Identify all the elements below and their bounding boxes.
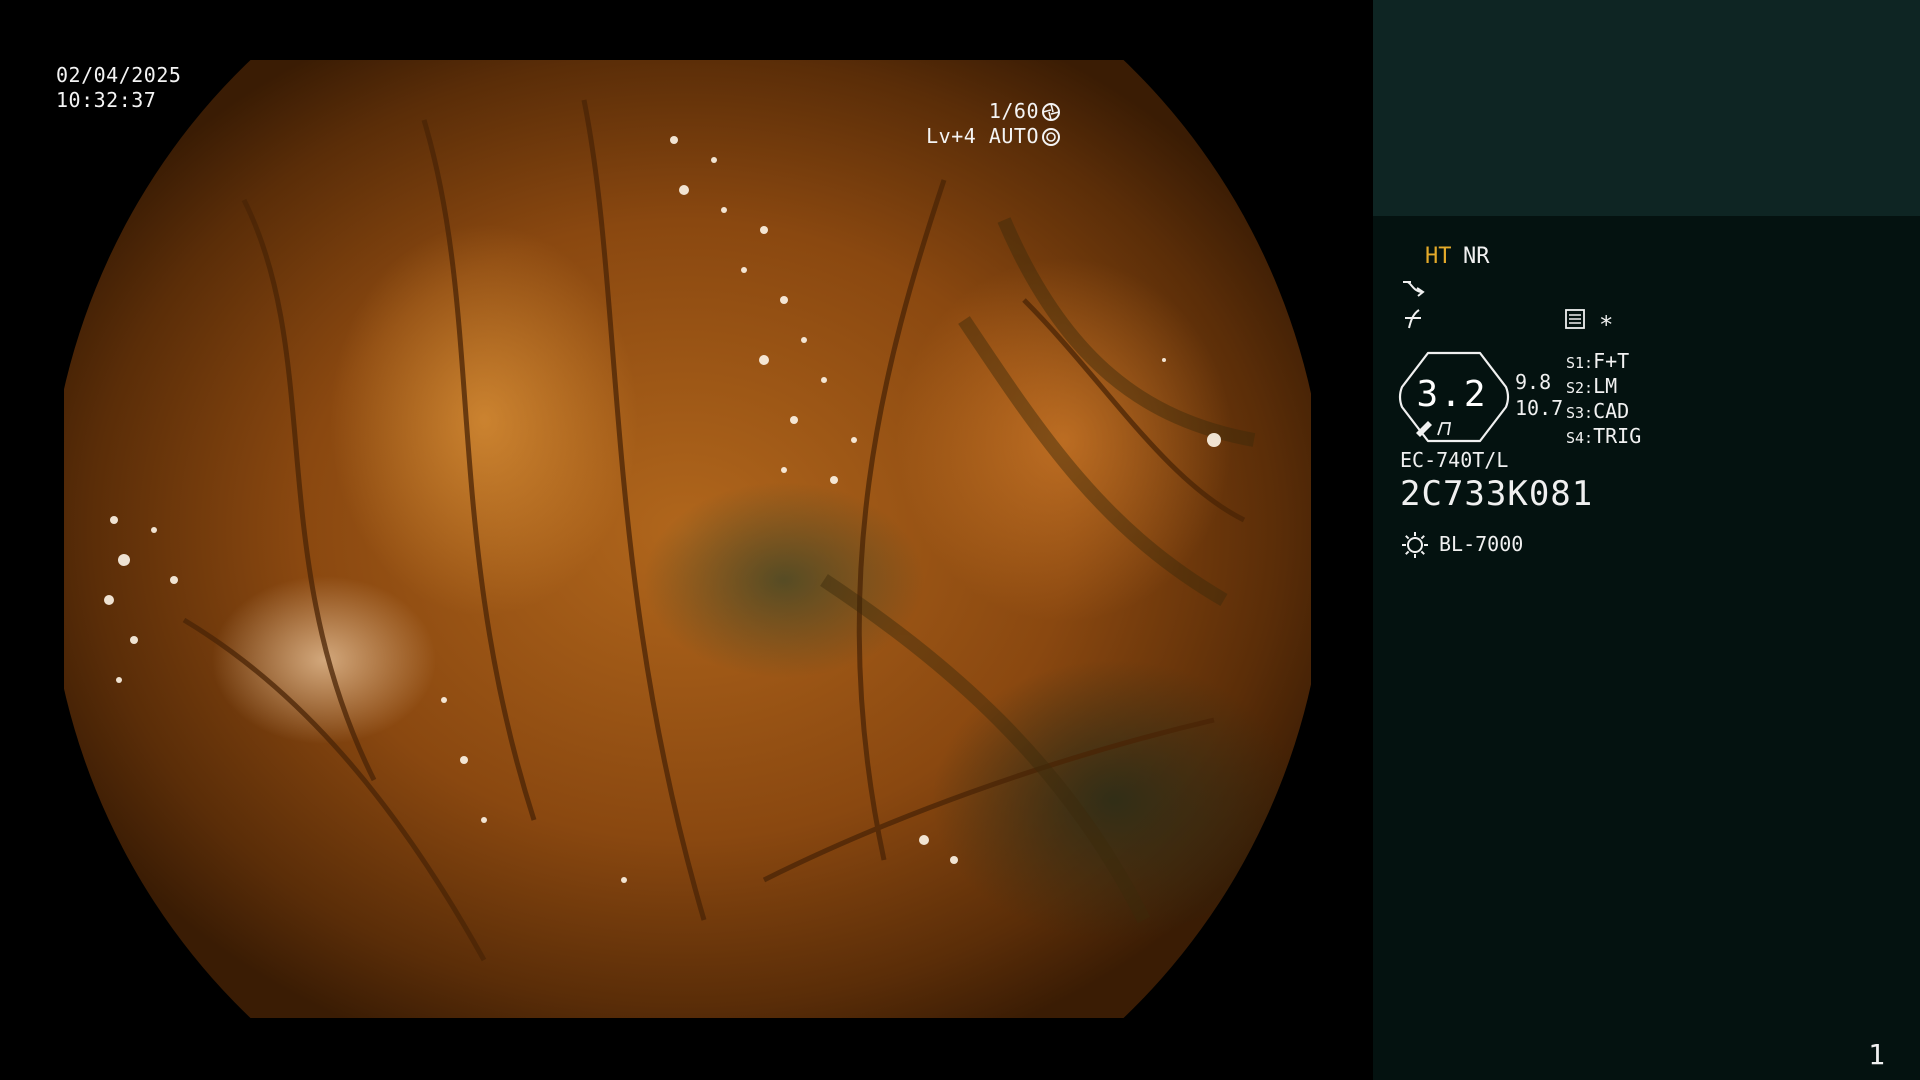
date-time-overlay: 02/04/2025 10:32:37 bbox=[56, 63, 181, 113]
switch-4: S4:TRIG bbox=[1566, 424, 1641, 448]
time-text: 10:32:37 bbox=[56, 88, 157, 112]
panel-header-area bbox=[1373, 0, 1920, 216]
scale-tertiary-value: 10.7 bbox=[1515, 396, 1564, 420]
shutter-icon bbox=[1042, 102, 1060, 121]
switch-key: S3: bbox=[1566, 404, 1594, 422]
scope-model-text: EC-740T/L bbox=[1400, 448, 1509, 472]
light-source-icon bbox=[1402, 532, 1428, 558]
scope-serial-text: 2C733K081 bbox=[1400, 474, 1594, 514]
switch-key: S1: bbox=[1566, 354, 1594, 372]
switch-value: CAD bbox=[1593, 399, 1630, 423]
switch-3: S3:CAD bbox=[1566, 399, 1629, 423]
date-text: 02/04/2025 bbox=[56, 63, 182, 87]
endoscope-view: 02/04/2025 10:32:37 1/60 Lv+4 AUTO bbox=[0, 0, 1373, 1080]
page-number: 1 bbox=[1868, 1038, 1885, 1071]
brightness-level-text: Lv+4 AUTO bbox=[926, 124, 1039, 148]
mode-nr-label: NR bbox=[1463, 244, 1490, 269]
mucosa-texture bbox=[104, 99, 1256, 962]
light-source-label: BL-7000 bbox=[1439, 532, 1524, 556]
scale-secondary-value: 9.8 bbox=[1515, 370, 1552, 394]
switch-1: S1:F+T bbox=[1566, 349, 1629, 373]
star-icon: ∗ bbox=[1599, 306, 1614, 334]
shutter-speed-text: 1/60 bbox=[988, 99, 1039, 123]
switch-value: F+T bbox=[1593, 349, 1630, 373]
endoscope-image bbox=[64, 60, 1311, 1018]
switch-key: S2: bbox=[1566, 379, 1594, 397]
mode-ht-label: HT bbox=[1425, 244, 1452, 269]
switch-key: S4: bbox=[1566, 429, 1594, 447]
switch-value: LM bbox=[1593, 374, 1618, 398]
endoscopy-screen: 02/04/2025 10:32:37 1/60 Lv+4 AUTO HT NR… bbox=[0, 0, 1920, 1080]
iris-auto-icon bbox=[1042, 127, 1060, 146]
curve-icon bbox=[1403, 281, 1425, 297]
scale-value: 3.2 bbox=[1416, 374, 1488, 415]
switch-value: TRIG bbox=[1593, 424, 1642, 448]
info-panel: HT NR ∗ 3.2 9.8 10.7 S1:F+T S2:LM S3:CAD bbox=[1373, 0, 1920, 1080]
exposure-overlay: 1/60 Lv+4 AUTO bbox=[926, 99, 1061, 149]
switch-2: S2:LM bbox=[1566, 374, 1617, 398]
menu-icon bbox=[1565, 309, 1585, 329]
flash-off-icon bbox=[1405, 309, 1421, 329]
